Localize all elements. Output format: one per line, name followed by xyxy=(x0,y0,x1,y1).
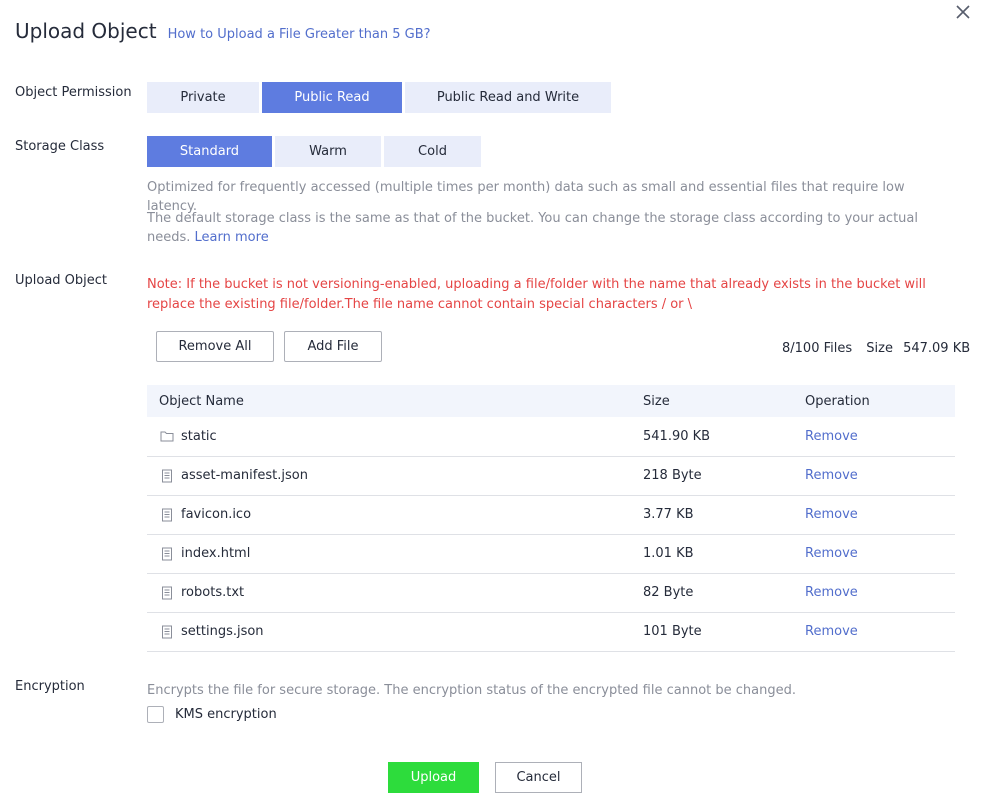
cancel-button[interactable]: Cancel xyxy=(495,762,582,793)
storage-option-standard[interactable]: Standard xyxy=(147,136,272,167)
object-name: favicon.ico xyxy=(181,507,252,522)
file-icon xyxy=(159,507,175,523)
kms-encryption-label: KMS encryption xyxy=(175,707,277,722)
encryption-description: Encrypts the file for secure storage. Th… xyxy=(147,683,796,698)
object-size: 82 Byte xyxy=(631,573,793,613)
table-header-row: Object Name Size Operation xyxy=(147,385,955,417)
table-row: settings.json 101 Byte Remove xyxy=(147,612,955,652)
add-file-button[interactable]: Add File xyxy=(284,331,382,362)
table-row: asset-manifest.json 218 Byte Remove xyxy=(147,456,955,496)
close-button[interactable] xyxy=(953,2,973,22)
permission-option-public-read[interactable]: Public Read xyxy=(262,82,402,113)
file-icon xyxy=(159,624,175,640)
storage-note: The default storage class is the same as… xyxy=(147,209,957,247)
kms-encryption-checkbox[interactable] xyxy=(147,706,164,723)
upload-button[interactable]: Upload xyxy=(388,762,479,793)
permission-label: Object Permission xyxy=(15,85,132,100)
encryption-label: Encryption xyxy=(15,679,85,694)
file-icon xyxy=(159,546,175,562)
table-row: static 541.90 KB Remove xyxy=(147,417,955,457)
storage-class-label: Storage Class xyxy=(15,139,105,154)
storage-option-cold[interactable]: Cold xyxy=(384,136,481,167)
object-name: asset-manifest.json xyxy=(181,468,308,483)
column-header-size: Size xyxy=(631,385,793,417)
permission-option-public-read-write[interactable]: Public Read and Write xyxy=(405,82,611,113)
table-row: favicon.ico 3.77 KB Remove xyxy=(147,495,955,535)
object-size: 101 Byte xyxy=(631,612,793,652)
object-size: 541.90 KB xyxy=(631,417,793,457)
size-value: 547.09 KB xyxy=(903,341,971,356)
permission-option-private[interactable]: Private xyxy=(147,82,259,113)
remove-link[interactable]: Remove xyxy=(805,468,858,483)
storage-option-warm[interactable]: Warm xyxy=(275,136,381,167)
upload-object-label: Upload Object xyxy=(15,273,108,288)
upload-stats: 8/100 Files Size 547.09 KB xyxy=(782,341,970,356)
object-name: robots.txt xyxy=(181,585,245,600)
object-size: 218 Byte xyxy=(631,456,793,496)
help-link[interactable]: How to Upload a File Greater than 5 GB? xyxy=(168,27,431,42)
remove-link[interactable]: Remove xyxy=(805,624,858,639)
close-icon xyxy=(956,5,970,19)
object-name: static xyxy=(181,428,217,444)
dialog-header: Upload Object How to Upload a File Great… xyxy=(15,19,431,43)
file-count: 8/100 Files xyxy=(782,341,853,356)
remove-link[interactable]: Remove xyxy=(805,429,858,444)
table-row: index.html 1.01 KB Remove xyxy=(147,534,955,574)
remove-link[interactable]: Remove xyxy=(805,546,858,561)
file-icon xyxy=(159,468,175,484)
kms-encryption-option[interactable]: KMS encryption xyxy=(147,706,277,723)
remove-all-button[interactable]: Remove All xyxy=(156,331,274,362)
learn-more-link[interactable]: Learn more xyxy=(195,230,269,245)
object-name: settings.json xyxy=(181,624,264,639)
object-name: index.html xyxy=(181,546,251,561)
storage-class-selector: Standard Warm Cold xyxy=(147,136,484,167)
column-header-operation: Operation xyxy=(793,385,955,417)
object-size: 3.77 KB xyxy=(631,495,793,535)
folder-icon xyxy=(159,428,175,444)
object-table: Object Name Size Operation static 541.90… xyxy=(147,385,955,652)
size-label: Size xyxy=(866,341,893,356)
dialog-title: Upload Object xyxy=(15,19,157,43)
permission-selector: Private Public Read Public Read and Writ… xyxy=(147,82,614,113)
object-size: 1.01 KB xyxy=(631,534,793,574)
column-header-object-name: Object Name xyxy=(147,385,631,417)
table-row: robots.txt 82 Byte Remove xyxy=(147,573,955,613)
upload-warning-note: Note: If the bucket is not versioning-en… xyxy=(147,277,926,312)
file-icon xyxy=(159,585,175,601)
remove-link[interactable]: Remove xyxy=(805,507,858,522)
remove-link[interactable]: Remove xyxy=(805,585,858,600)
